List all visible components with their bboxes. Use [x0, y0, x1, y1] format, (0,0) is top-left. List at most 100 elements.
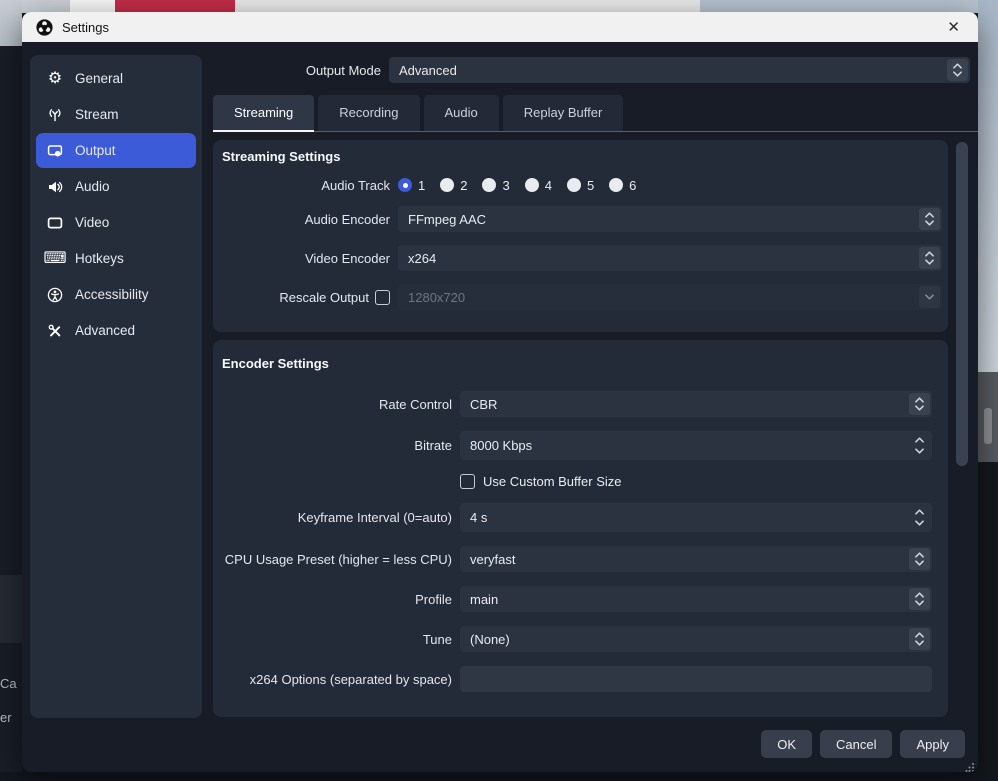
close-icon[interactable]: ✕	[943, 18, 964, 37]
rate-control-row: Rate Control CBR	[213, 391, 948, 417]
sidebar-item-accessibility[interactable]: Accessibility	[36, 277, 196, 312]
streaming-settings-panel: Streaming Settings Audio Track 123456 Au…	[213, 140, 948, 332]
speaker-icon	[46, 179, 64, 195]
resize-grip[interactable]	[965, 759, 975, 769]
output-mode-label: Output Mode	[22, 63, 381, 78]
sidebar-item-stream[interactable]: Stream	[36, 97, 196, 132]
tune-label: Tune	[213, 632, 452, 647]
video-encoder-row: Video Encoder x264	[213, 245, 948, 271]
tune-combo[interactable]: (None)	[460, 626, 932, 652]
radio-icon	[567, 178, 581, 192]
video-encoder-value: x264	[408, 245, 436, 271]
output-mode-value: Advanced	[399, 57, 457, 83]
sidebar-item-audio[interactable]: Audio	[36, 169, 196, 204]
backdrop-right-light-smudge	[984, 408, 992, 444]
x264-options-label: x264 Options (separated by space)	[213, 672, 452, 687]
backdrop-wallpaper-right	[978, 0, 998, 372]
footer-buttons: OK Cancel Apply	[761, 730, 965, 758]
encoder-settings-title: Encoder Settings	[222, 356, 948, 371]
output-mode-combo[interactable]: Advanced	[389, 57, 970, 83]
radio-icon	[609, 178, 623, 192]
ok-button[interactable]: OK	[761, 730, 812, 758]
broadcast-icon	[46, 107, 64, 123]
tab-replay-buffer[interactable]: Replay Buffer	[503, 95, 624, 131]
radio-label: 6	[629, 178, 636, 193]
combo-spinner-icon	[909, 588, 930, 610]
profile-row: Profilemain	[213, 586, 948, 612]
cpu-usage-preset-combo[interactable]: veryfast	[460, 546, 932, 572]
audio-track-radio-5[interactable]: 5	[567, 178, 594, 193]
keyframe-interval-row: Keyframe Interval (0=auto) 4 s	[213, 503, 948, 532]
dialog-body: ⚙GeneralStreamOutputAudioVideo⌨HotkeysAc…	[22, 42, 978, 772]
combo-dropdown-icon	[919, 286, 940, 308]
keyframe-interval-spinbox[interactable]: 4 s	[460, 503, 932, 532]
profile-value: main	[470, 586, 498, 612]
audio-encoder-value: FFmpeg AAC	[408, 206, 486, 232]
video-encoder-combo[interactable]: x264	[398, 245, 942, 271]
backdrop-text-fragment-top: Ca	[0, 676, 22, 691]
tools-icon	[46, 323, 64, 339]
sidebar-item-label: Video	[75, 215, 109, 230]
rate-control-label: Rate Control	[213, 397, 452, 412]
audio-track-radio-4[interactable]: 4	[525, 178, 552, 193]
tab-streaming[interactable]: Streaming	[213, 95, 314, 131]
radio-label: 3	[502, 178, 509, 193]
rescale-output-value: 1280x720	[408, 284, 465, 310]
keyboard-icon: ⌨	[46, 251, 64, 267]
video-encoder-label: Video Encoder	[213, 251, 390, 266]
audio-encoder-combo[interactable]: FFmpeg AAC	[398, 206, 942, 232]
keyframe-interval-label: Keyframe Interval (0=auto)	[213, 510, 452, 525]
audio-track-row: Audio Track 123456	[213, 175, 948, 195]
combo-spinner-icon	[909, 628, 930, 650]
bitrate-value: 8000 Kbps	[470, 431, 532, 460]
apply-button[interactable]: Apply	[900, 730, 965, 758]
rescale-output-label: Rescale Output	[279, 290, 369, 305]
sidebar-item-label: Accessibility	[75, 287, 149, 302]
rescale-output-combo[interactable]: 1280x720	[398, 284, 942, 310]
dialog-title: Settings	[62, 20, 109, 35]
output-mode-row: Output Mode Advanced	[22, 57, 970, 83]
sidebar-item-label: Output	[75, 143, 116, 158]
tab-recording[interactable]: Recording	[318, 95, 419, 131]
audio-track-radio-1[interactable]: 1	[398, 178, 425, 193]
use-custom-buffer-size-row: Use Custom Buffer Size	[213, 474, 948, 489]
radio-icon	[440, 178, 454, 192]
sidebar-item-advanced[interactable]: Advanced	[36, 313, 196, 348]
accessibility-icon	[46, 287, 64, 303]
spinbox-arrows-icon	[909, 505, 930, 530]
sidebar-item-output[interactable]: Output	[36, 133, 196, 168]
output-icon	[46, 143, 64, 159]
x264-options-input[interactable]	[460, 666, 932, 692]
use-custom-buffer-size-checkbox-row[interactable]: Use Custom Buffer Size	[460, 474, 621, 489]
radio-label: 1	[418, 178, 425, 193]
audio-track-radio-2[interactable]: 2	[440, 178, 467, 193]
rate-control-combo[interactable]: CBR	[460, 391, 932, 417]
profile-combo[interactable]: main	[460, 586, 932, 612]
dialog-titlebar: Settings ✕	[22, 12, 978, 42]
radio-icon	[482, 178, 496, 192]
vertical-scrollbar-thumb[interactable]	[956, 142, 968, 466]
sidebar-item-video[interactable]: Video	[36, 205, 196, 240]
bitrate-label: Bitrate	[213, 438, 452, 453]
cancel-button[interactable]: Cancel	[820, 730, 892, 758]
rate-control-value: CBR	[470, 391, 497, 417]
keyframe-interval-value: 4 s	[470, 503, 487, 532]
audio-track-radio-3[interactable]: 3	[482, 178, 509, 193]
backdrop-bottom-strip	[0, 772, 998, 781]
sidebar-item-label: Audio	[75, 179, 110, 194]
combo-spinner-icon	[919, 247, 940, 269]
audio-track-radio-6[interactable]: 6	[609, 178, 636, 193]
bitrate-row: Bitrate 8000 Kbps	[213, 431, 948, 460]
tab-audio[interactable]: Audio	[424, 95, 499, 131]
monitor-icon	[46, 215, 64, 231]
backdrop-right-dark	[978, 462, 998, 781]
radio-icon	[398, 178, 412, 192]
rescale-output-checkbox[interactable]	[375, 290, 390, 305]
backdrop-left-column	[0, 46, 22, 772]
x264-options-row: x264 Options (separated by space)	[213, 666, 948, 692]
use-custom-buffer-size-checkbox	[460, 474, 475, 489]
bitrate-spinbox[interactable]: 8000 Kbps	[460, 431, 932, 460]
combo-spinner-icon	[909, 393, 930, 415]
sidebar-item-hotkeys[interactable]: ⌨Hotkeys	[36, 241, 196, 276]
cpu-usage-preset-row: CPU Usage Preset (higher = less CPU)very…	[213, 546, 948, 572]
